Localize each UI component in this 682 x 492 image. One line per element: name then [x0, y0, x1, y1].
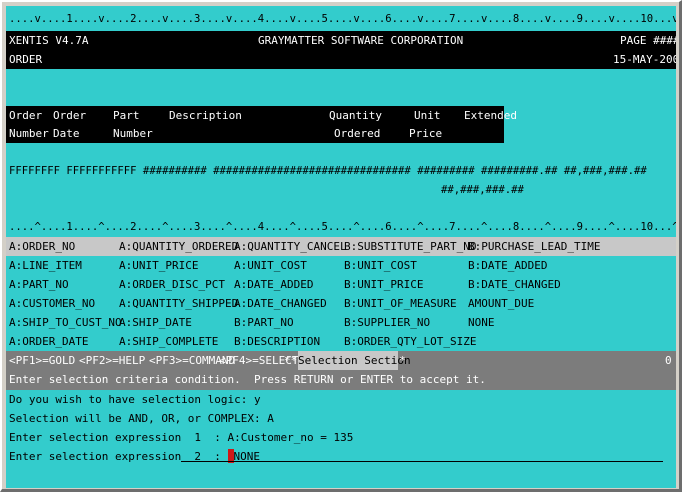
field-a-unit-cost[interactable]: A:UNIT_COST	[234, 256, 307, 275]
field-a-quantity-cancel[interactable]: A:QUANTITY_CANCEL	[234, 237, 347, 256]
pf2-help-key[interactable]: <PF2>=HELP	[79, 351, 145, 370]
field-a-ship-complete[interactable]: A:SHIP_COMPLETE	[119, 332, 218, 351]
detail-line-1: FFFFFFFF FFFFFFFFFFF ########## ########…	[9, 165, 647, 177]
app-version: XENTIS V4.7A	[9, 34, 89, 47]
col-quantity-2: Ordered	[334, 127, 381, 140]
report-name: ORDER	[9, 53, 43, 66]
field-amount-due[interactable]: AMOUNT_DUE	[468, 294, 534, 313]
col-unit-1: Unit	[414, 109, 441, 122]
field-b-date-changed[interactable]: B:DATE_CHANGED	[468, 275, 561, 294]
field-b-unit-of-measure[interactable]: B:UNIT_OF_MEASURE	[344, 294, 457, 313]
field-a-quantity-shipped[interactable]: A:QUANTITY_SHIPPED	[119, 294, 238, 313]
field-a-customer-no[interactable]: A:CUSTOMER_NO	[9, 294, 95, 313]
field-b-part-no[interactable]: B:PART_NO	[234, 313, 294, 332]
field-a-date-changed[interactable]: A:DATE_CHANGED	[234, 294, 327, 313]
status-right-indicator: 0	[665, 354, 672, 367]
company-name: GRAYMATTER SOFTWARE CORPORATION	[258, 34, 464, 47]
field-b-supplier-no[interactable]: B:SUPPLIER_NO	[344, 313, 430, 332]
section-marker-star: *	[399, 354, 406, 367]
field-a-quantity-ordered[interactable]: A:QUANTITY_ORDERED	[119, 237, 238, 256]
field-none[interactable]: NONE	[468, 313, 495, 332]
field-a-order-date[interactable]: A:ORDER_DATE	[9, 332, 88, 351]
report-date: 15-MAY-2001	[613, 53, 676, 66]
field-b-unit-cost[interactable]: B:UNIT_COST	[344, 256, 417, 275]
field-a-date-added[interactable]: A:DATE_ADDED	[234, 275, 313, 294]
selection-expression-2-row: Enter selection expression 2 : NONE	[9, 447, 260, 466]
selection-type-prompt: Selection will be AND, OR, or COMPLEX: A	[9, 412, 274, 425]
field-a-order-no[interactable]: A:ORDER_NO	[9, 237, 75, 256]
col-order-number-2: Number	[9, 127, 49, 140]
field-a-order-disc-pct[interactable]: A:ORDER_DISC_PCT	[119, 275, 225, 294]
terminal-screen[interactable]: ....v....1....v....2....v....3....v....4…	[6, 6, 676, 488]
field-a-ship-date[interactable]: A:SHIP_DATE	[119, 313, 192, 332]
field-b-order-qty-lot-size[interactable]: B:ORDER_QTY_LOT_SIZE	[344, 332, 476, 351]
field-b-purchase-lead-time[interactable]: B:PURCHASE_LEAD_TIME	[468, 237, 600, 256]
col-part-number-2: Number	[113, 127, 153, 140]
message-text: Enter selection criteria condition. Pres…	[9, 373, 486, 386]
pf1-gold-key[interactable]: <PF1>=GOLD	[9, 351, 75, 370]
col-extended: Extended	[464, 109, 517, 122]
selection-logic-prompt: Do you wish to have selection logic: y	[9, 393, 261, 406]
field-a-line-item[interactable]: A:LINE_ITEM	[9, 256, 82, 275]
column-ruler-middle: ....^....1....^....2....^....3....^....4…	[9, 221, 676, 233]
col-part-number-1: Part	[113, 109, 140, 122]
selection-section-label: Selection Section	[298, 351, 411, 370]
col-quantity-1: Quantity	[329, 109, 382, 122]
field-b-description[interactable]: B:DESCRIPTION	[234, 332, 320, 351]
col-order-date-2: Date	[53, 127, 80, 140]
detail-line-2: ##,###,###.##	[441, 184, 524, 196]
column-ruler-top: ....v....1....v....2....v....3....v....4…	[9, 13, 676, 25]
field-a-part-no[interactable]: A:PART_NO	[9, 275, 69, 294]
field-b-date-added[interactable]: B:DATE_ADDED	[468, 256, 547, 275]
section-marker-stars: **	[284, 354, 298, 367]
col-description: Description	[169, 109, 242, 122]
field-a-unit-price[interactable]: A:UNIT_PRICE	[119, 256, 198, 275]
col-unit-2: Price	[409, 127, 443, 140]
field-a-ship-to-cust-no[interactable]: A:SHIP_TO_CUST_NO	[9, 313, 122, 332]
col-order-date-1: Order	[53, 109, 87, 122]
page-number: PAGE ####	[620, 34, 676, 47]
selection-expression-1: Enter selection expression 1 : A:Custome…	[9, 431, 354, 444]
col-order-number-1: Order	[9, 109, 43, 122]
terminal-window-frame: ....v....1....v....2....v....3....v....4…	[0, 0, 682, 492]
input-field-underline	[181, 461, 663, 462]
field-b-substitute-part-no[interactable]: B:SUBSTITUTE_PART_NO	[344, 237, 476, 256]
field-b-unit-price[interactable]: B:UNIT_PRICE	[344, 275, 423, 294]
